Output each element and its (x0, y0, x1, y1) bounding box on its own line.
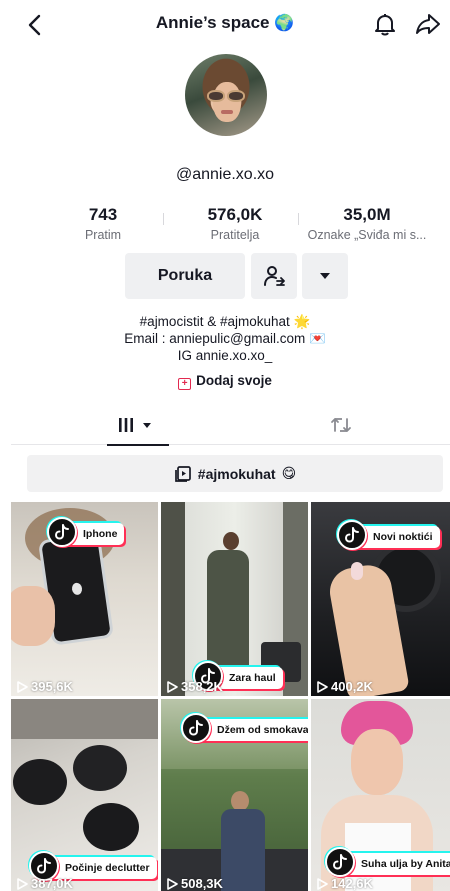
caret-down-icon (143, 423, 151, 428)
play-icon (167, 680, 178, 693)
video-tag-label: Počinje declutter (65, 862, 150, 874)
stat-followers-value: 576,0K (207, 205, 263, 224)
repost-icon (331, 418, 351, 432)
avatar[interactable] (185, 54, 267, 136)
bio: #ajmocistit & #ajmokuhat 🌟 Email : annie… (0, 313, 450, 364)
play-icon (17, 680, 28, 693)
bio-line: #ajmocistit & #ajmokuhat 🌟 (139, 314, 311, 329)
video-tag-label: Zara haul (229, 672, 276, 684)
play-icon (317, 680, 328, 693)
playlist-label: #ajmokuhat (197, 465, 276, 482)
view-count: 508,3K (166, 876, 223, 891)
thumb-face (351, 729, 403, 795)
thumb-drawer-edge (11, 699, 158, 739)
more-button[interactable] (302, 253, 348, 299)
globe-emoji: 🌍 (274, 15, 295, 32)
tiktok-logo-icon (47, 517, 77, 547)
view-count-value: 358,2K (181, 679, 223, 694)
video-tag: Iphone (47, 517, 125, 547)
avatar-face (213, 82, 241, 122)
share-button[interactable] (414, 11, 442, 37)
view-count: 387,0K (16, 876, 73, 891)
share-icon (416, 14, 440, 34)
thumb-hand (11, 586, 55, 646)
video-tag-label: Iphone (83, 528, 118, 540)
add-friend-button[interactable] (251, 253, 297, 299)
stat-following[interactable]: 743 Pratim (60, 205, 146, 242)
avatar-lips (221, 110, 233, 114)
username: @annie.xo.xo (175, 166, 275, 183)
thumb-head (231, 791, 249, 811)
video-tag: Novi noktići (337, 520, 440, 550)
avatar-sunglasses-left (207, 90, 225, 102)
tiktok-logo-icon (325, 847, 355, 877)
view-count-value: 387,0K (31, 876, 73, 891)
video-tag-label: Suha ulja by Anita (361, 858, 450, 870)
message-button[interactable]: Poruka (125, 253, 245, 299)
play-icon (17, 877, 28, 890)
view-count: 400,2K (316, 679, 373, 694)
tiktok-logo-icon (181, 713, 211, 743)
thumb-curtain (161, 502, 185, 696)
video-tag-label: Novi noktići (373, 531, 433, 543)
tiktok-logo-icon (337, 520, 367, 550)
grid-icon (119, 418, 133, 432)
playlist-chip[interactable]: #ajmokuhat 😋 (27, 455, 443, 492)
stat-followers-label: Pratitelja (210, 228, 260, 242)
thumb-plate (13, 759, 67, 805)
view-count-value: 400,2K (331, 679, 373, 694)
view-count-value: 395,6K (31, 679, 73, 694)
thumb-head (223, 532, 239, 550)
tab-videos[interactable] (101, 405, 175, 446)
thumb-plate (73, 745, 127, 791)
video-thumbnail[interactable]: Novi noktići 400,2K (311, 502, 450, 696)
avatar-sunglasses-right (227, 90, 245, 102)
tab-reposts[interactable] (327, 405, 355, 445)
add-yours-label: Dodaj svoje (196, 373, 272, 388)
stat-likes-label: Oznake „Sviđa mi s... (307, 228, 427, 242)
video-grid: Iphone 395,6K Zara haul 358,2K Novi nokt… (11, 502, 450, 891)
notifications-button[interactable] (372, 11, 398, 37)
view-count-value: 508,3K (181, 876, 223, 891)
stat-following-value: 743 (88, 205, 118, 224)
bio-line: IG annie.xo.xo_ (177, 348, 273, 363)
bell-icon (375, 14, 395, 36)
stat-likes-value: 35,0M (343, 205, 391, 224)
video-tag: Suha ulja by Anita (325, 847, 450, 877)
play-icon (167, 877, 178, 890)
apple-logo-icon (71, 582, 83, 596)
content-tabs (11, 405, 450, 446)
view-count: 395,6K (16, 679, 73, 694)
add-yours-link[interactable]: + Dodaj svoje (0, 373, 450, 390)
stat-following-label: Pratim (84, 228, 122, 242)
stat-likes[interactable]: 35,0M Oznake „Sviđa mi s... (296, 205, 438, 242)
thumb-person (221, 809, 265, 891)
play-icon (317, 877, 328, 890)
video-thumbnail[interactable]: Džem od smokava 508,3K (161, 699, 308, 891)
view-count: 142,6K (316, 876, 373, 891)
caret-down-icon (320, 273, 330, 279)
view-count: 358,2K (166, 679, 223, 694)
page-title-text: Annie’s space (155, 13, 270, 32)
add-friend-icon (264, 266, 285, 286)
bio-line[interactable]: Email : anniepulic@gmail.com 💌 (0, 330, 450, 347)
add-icon: + (178, 378, 192, 390)
playlist-icon (174, 465, 191, 482)
video-thumbnail[interactable]: Počinje declutter 387,0K (11, 699, 158, 891)
video-thumbnail[interactable]: Zara haul 358,2K (161, 502, 308, 696)
profile-header: Annie’s space 🌍 (0, 0, 450, 50)
stat-divider (163, 213, 164, 225)
video-thumbnail[interactable]: Suha ulja by Anita 142,6K (311, 699, 450, 891)
stat-followers[interactable]: 576,0K Pratitelja (180, 205, 290, 242)
thumb-plate (83, 803, 139, 851)
video-tag: Džem od smokava (181, 713, 308, 743)
thumb-nail (351, 562, 363, 580)
playlist-emoji: 😋 (281, 465, 297, 481)
video-tag-label: Džem od smokava (217, 724, 308, 736)
view-count-value: 142,6K (331, 876, 373, 891)
video-thumbnail[interactable]: Iphone 395,6K (11, 502, 158, 696)
